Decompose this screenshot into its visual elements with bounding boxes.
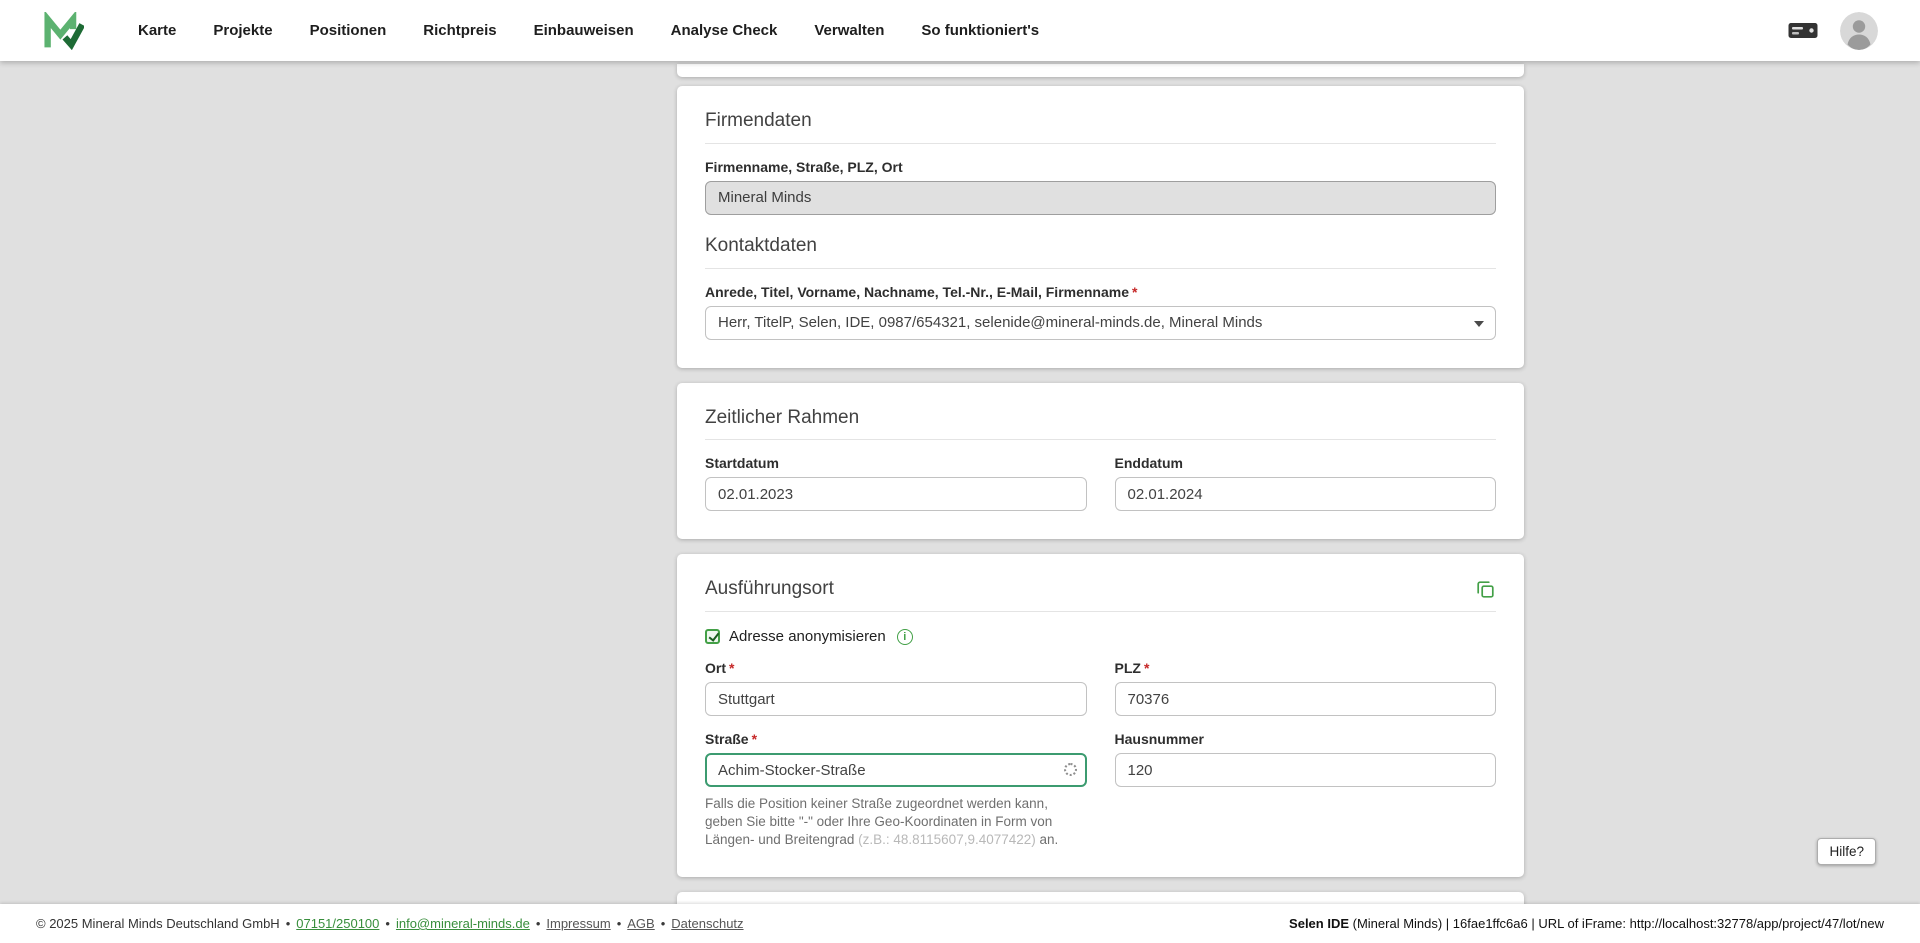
nav-item-projekte[interactable]: Projekte [213,22,272,39]
contact-select[interactable]: Herr, TitelP, Selen, IDE, 0987/654321, s… [705,305,1496,340]
ort-field: Ort * [705,645,1087,717]
strasse-input-wrap [705,753,1087,788]
plz-field: PLZ * [1114,645,1497,717]
footer-links: © 2025 Mineral Minds Deutschland GmbH • … [36,916,744,931]
ide-name-text: Selen IDE [1289,916,1350,931]
footer-email-link[interactable]: info@mineral-minds.de [396,916,530,931]
startdatum-field: Startdatum [705,440,1087,512]
top-navigation: Karte Projekte Positionen Richtpreis Ein… [0,0,1920,61]
startdatum-label: Startdatum [705,455,779,472]
startdatum-input[interactable] [705,477,1087,512]
iframe-url-text: (Mineral Minds) | 16fae1ffc6a6 | URL of … [1349,916,1884,931]
separator-dot: • [285,916,291,931]
nav-item-analyse-check[interactable]: Analyse Check [671,22,778,39]
footer-impressum-link[interactable]: Impressum [546,916,610,931]
section-title-ausfuehrungsort: Ausführungsort [705,578,834,600]
separator-dot: • [616,916,622,931]
hausnummer-input[interactable] [1114,753,1496,788]
footer: © 2025 Mineral Minds Deutschland GmbH • … [0,904,1920,943]
strasse-label-text: Straße [705,731,749,748]
footer-datenschutz-link[interactable]: Datenschutz [671,916,743,931]
enddatum-input[interactable] [1114,477,1496,512]
strasse-label: Straße * [705,731,1087,747]
company-label: Firmenname, Straße, PLZ, Ort [705,159,1496,175]
partial-card-top [677,64,1524,77]
mineral-minds-logo[interactable] [44,11,84,50]
ort-label: Ort * [705,660,1087,676]
footer-status: Selen IDE (Mineral Minds) | 16fae1ffc6a6… [1289,916,1884,931]
copy-icon[interactable] [1475,579,1496,600]
ort-label-text: Ort [705,660,726,677]
ausfuehrungsort-header: Ausführungsort [705,578,1496,601]
strasse-hint: Falls die Position keiner Straße zugeord… [705,795,1077,849]
required-marker: * [729,660,735,677]
anonymize-label: Adresse anonymisieren [729,628,886,646]
ort-input[interactable] [705,682,1087,717]
required-marker: * [1132,283,1138,300]
company-input [705,180,1496,215]
help-button[interactable]: Hilfe? [1817,838,1876,865]
footer-agb-link[interactable]: AGB [627,916,654,931]
footer-phone-link[interactable]: 07151/250100 [296,916,379,931]
copyright-text: © 2025 Mineral Minds Deutschland GmbH [36,916,280,931]
divider [705,142,1496,144]
hausnummer-label: Hausnummer [1114,731,1204,748]
plz-input[interactable] [1114,682,1496,717]
strasse-field: Straße* Falls die Position keiner Straße… [705,716,1087,849]
divider [705,611,1496,613]
card-zeitlicher-rahmen: Zeitlicher Rahmen Startdatum Enddatum [677,382,1524,540]
separator-dot: • [660,916,666,931]
loading-spinner-icon [1063,763,1077,777]
contact-select-value: Herr, TitelP, Selen, IDE, 0987/654321, s… [718,314,1263,332]
info-icon[interactable] [896,628,913,645]
contact-label: Anrede, Titel, Vorname, Nachname, Tel.-N… [705,284,1496,300]
nav-item-verwalten[interactable]: Verwalten [814,22,884,39]
user-avatar[interactable] [1840,11,1878,50]
required-marker: * [751,731,758,748]
contact-label-text: Anrede, Titel, Vorname, Nachname, Tel.-N… [705,283,1130,300]
divider [705,267,1496,269]
hint-suffix-text: an. [1035,832,1059,848]
separator-dot: • [385,916,390,931]
card-firmendaten: Firmendaten Firmenname, Straße, PLZ, Ort… [677,86,1524,368]
nav-item-karte[interactable]: Karte [138,22,176,39]
plz-label: PLZ * [1115,660,1497,676]
plz-label-text: PLZ [1114,660,1141,677]
section-title-zeitlicher-rahmen: Zeitlicher Rahmen [705,406,860,428]
company-label-text: Firmenname, Straße, PLZ, Ort [705,158,903,175]
logo-icon [44,11,84,50]
address-fields-grid: Ort* PLZ* Straße* Falls die P [705,645,1496,849]
enddatum-field: Enddatum [1114,440,1496,512]
server-icon[interactable] [1788,20,1818,41]
section-title-kontaktdaten: Kontaktdaten [705,234,817,256]
main-nav: Karte Projekte Positionen Richtpreis Ein… [138,22,1039,39]
card-ausfuehrungsort: Ausführungsort Adresse anonymisieren Ort… [677,554,1524,878]
separator-dot: • [535,916,541,931]
nav-item-so-funktionierts[interactable]: So funktioniert's [921,22,1039,39]
nav-item-richtpreis[interactable]: Richtpreis [423,22,496,39]
strasse-input[interactable] [705,753,1087,788]
chevron-down-icon [1474,320,1484,327]
nav-item-positionen[interactable]: Positionen [310,22,387,39]
anonymize-checkbox[interactable] [705,629,720,645]
nav-item-einbauweisen[interactable]: Einbauweisen [534,22,634,39]
date-fields-grid: Startdatum Enddatum [705,440,1496,512]
section-title-firmendaten: Firmendaten [705,110,812,131]
enddatum-label: Enddatum [1114,455,1183,472]
project-form-content: Firmendaten Firmenname, Straße, PLZ, Ort… [677,61,1524,933]
hint-coords-example: (z.B.: 48.8115607,9.4077422) [858,832,1036,848]
required-marker: * [1143,660,1150,677]
nav-right-actions [1788,11,1878,50]
anonymize-row: Adresse anonymisieren [705,628,1496,645]
hausnummer-field: Hausnummer [1114,716,1496,788]
